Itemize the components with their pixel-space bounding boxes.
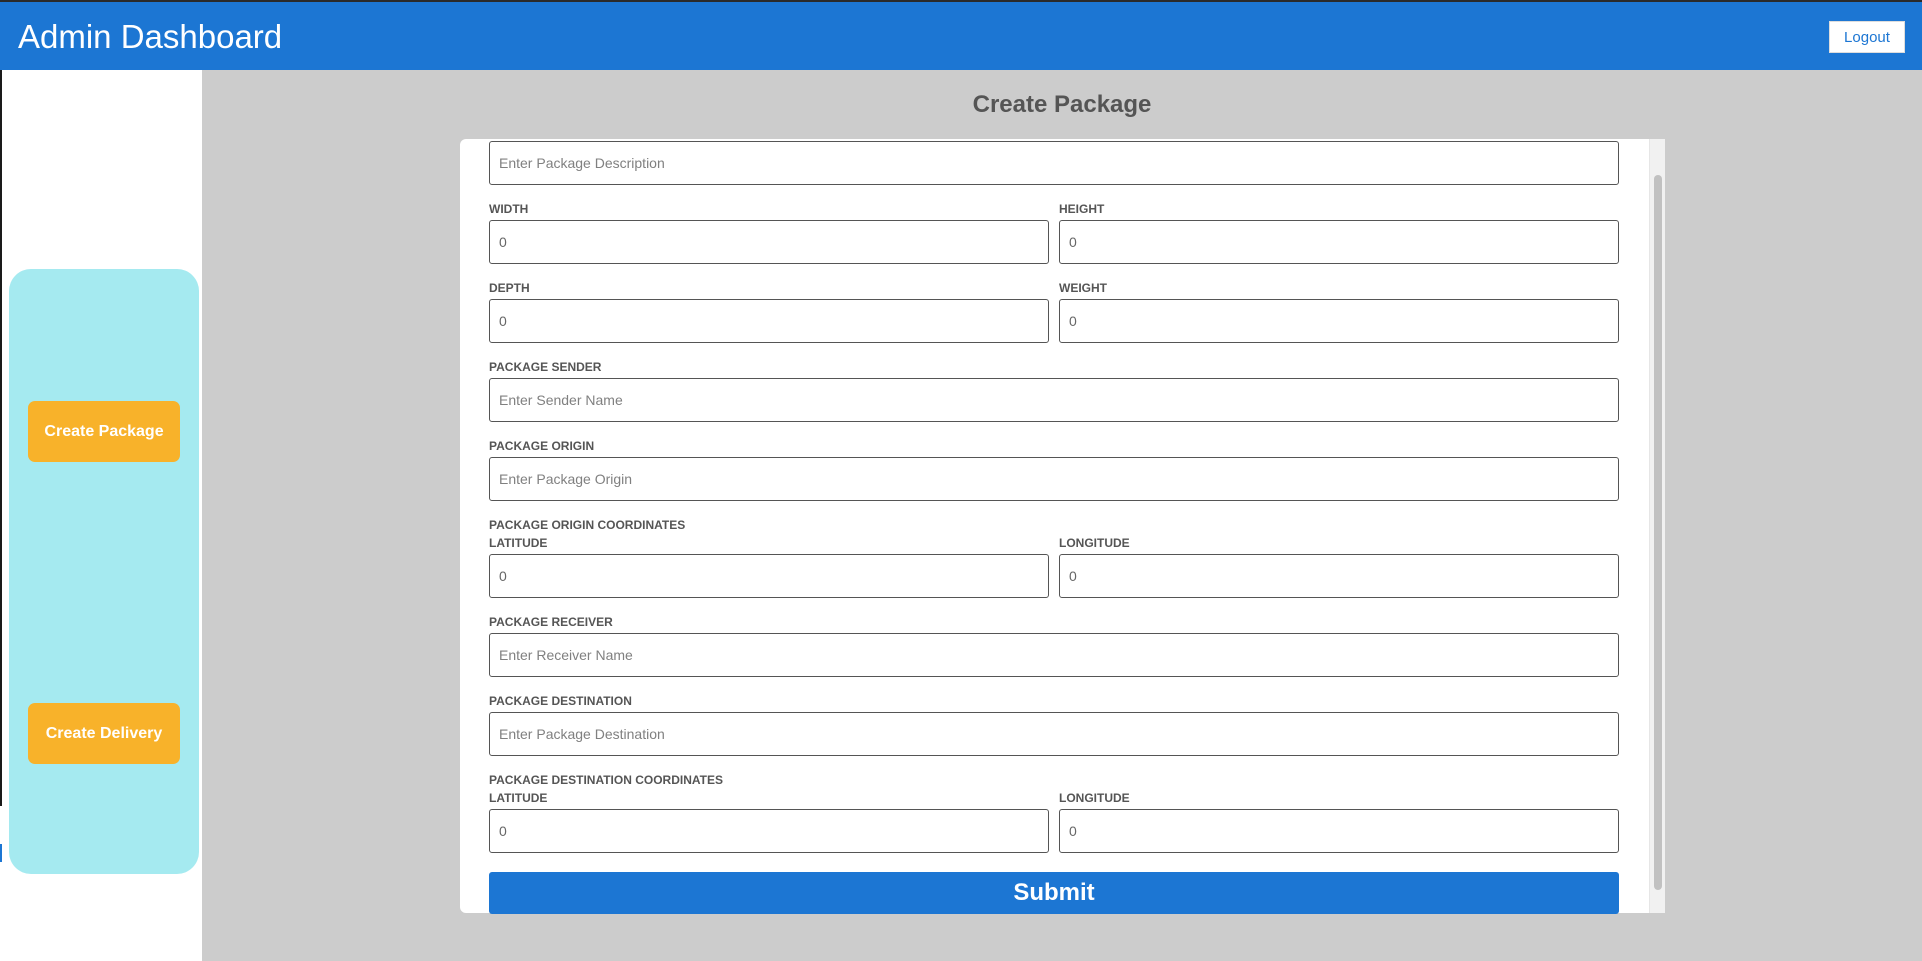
width-input[interactable] [489,220,1049,264]
package-origin-input[interactable] [489,457,1619,501]
origin-longitude-label: Longitude [1059,536,1130,550]
package-sender-label: Package Sender [489,360,602,374]
destination-coordinates-label: Package Destination Coordinates [489,773,724,787]
origin-latitude-label: Latitude [489,536,548,550]
page-title: Create Package [972,91,1152,118]
package-sender-input[interactable] [489,378,1619,422]
origin-longitude-input[interactable] [1059,554,1619,598]
width-label: Width [489,202,529,216]
weight-input[interactable] [1059,299,1619,343]
scrollbar-thumb[interactable] [1654,175,1662,890]
origin-latitude-input[interactable] [489,554,1049,598]
logout-button[interactable]: Logout [1829,21,1905,53]
submit-button[interactable]: Submit [489,872,1619,914]
depth-input[interactable] [489,299,1049,343]
package-destination-label: Package Destination [489,694,632,708]
create-package-button[interactable]: Create Package [28,401,180,462]
depth-label: Depth [489,281,530,295]
form-scrollbar[interactable] [1649,139,1665,913]
destination-latitude-label: Latitude [489,791,548,805]
height-input[interactable] [1059,220,1619,264]
package-origin-label: Package Origin [489,439,595,453]
weight-label: Weight [1059,281,1107,295]
package-receiver-label: Package Receiver [489,615,613,629]
sidebar: Create Package Create Delivery [2,70,202,961]
sidebar-panel: Create Package Create Delivery [9,269,199,874]
package-description-input[interactable] [489,141,1619,185]
height-label: Height [1059,202,1105,216]
origin-coordinates-label: Package Origin Coordinates [489,518,686,532]
create-delivery-button[interactable]: Create Delivery [28,703,180,764]
destination-longitude-input[interactable] [1059,809,1619,853]
destination-longitude-label: Longitude [1059,791,1130,805]
package-receiver-input[interactable] [489,633,1619,677]
app-title: Admin Dashboard [18,18,283,55]
package-destination-input[interactable] [489,712,1619,756]
create-package-form: Width Height Depth Weight Package Sender… [460,139,1665,914]
main-content: Create Package Width Height Depth Weight… [202,70,1922,961]
destination-latitude-input[interactable] [489,809,1049,853]
app-header: Admin Dashboard Logout [0,0,1922,70]
